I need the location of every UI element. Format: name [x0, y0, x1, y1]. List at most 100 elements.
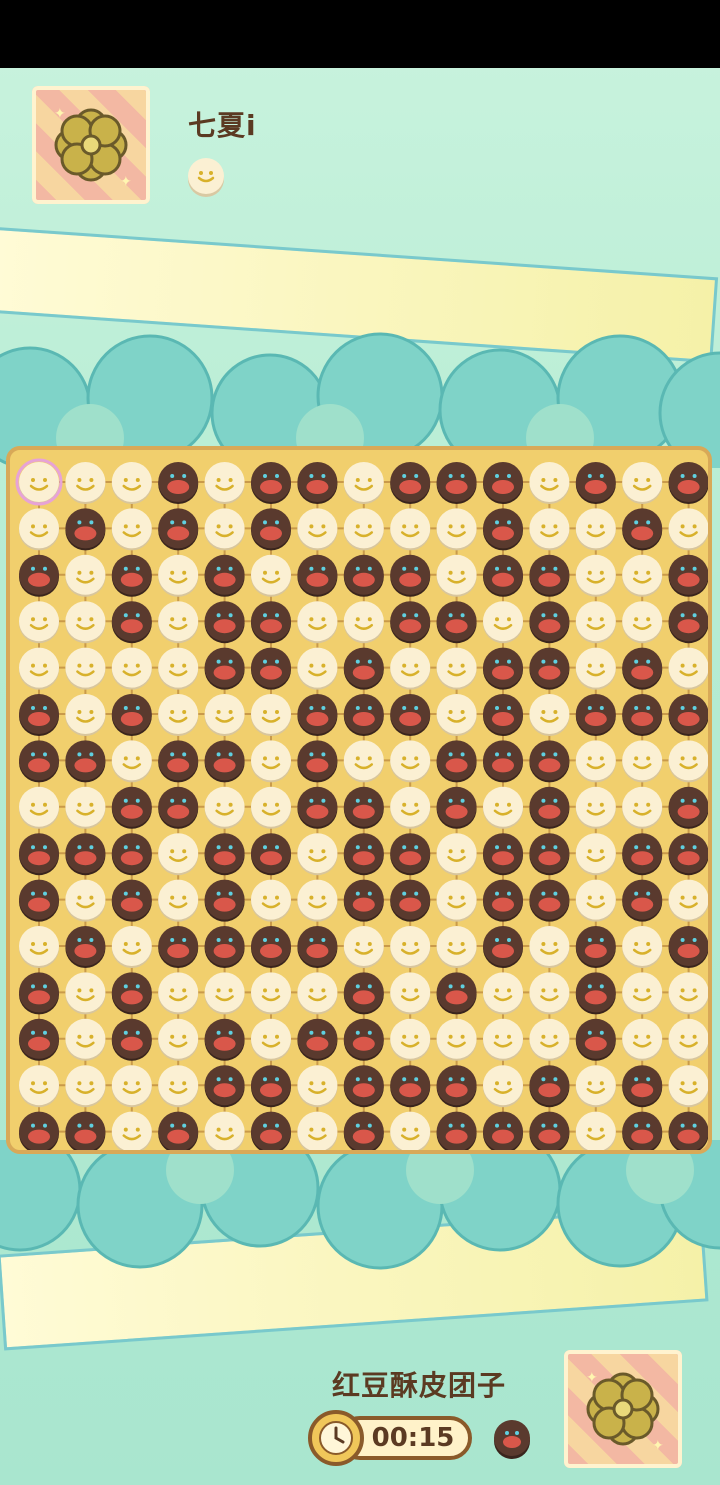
light-stone[interactable] [297, 879, 338, 922]
dark-stone[interactable] [483, 740, 523, 783]
light-stone[interactable] [65, 972, 106, 1015]
dark-stone[interactable] [529, 554, 570, 597]
light-stone[interactable] [297, 601, 338, 644]
dark-stone[interactable] [111, 879, 152, 922]
dark-stone[interactable] [622, 647, 663, 690]
light-stone[interactable] [204, 462, 245, 504]
light-stone[interactable] [15, 458, 63, 506]
light-stone[interactable] [483, 972, 523, 1015]
dark-stone[interactable] [622, 879, 663, 922]
light-stone[interactable] [204, 694, 245, 736]
light-stone[interactable] [111, 926, 152, 968]
light-stone[interactable] [65, 694, 106, 736]
light-stone[interactable] [297, 1111, 338, 1150]
light-stone[interactable] [529, 1018, 570, 1061]
dark-stone[interactable] [204, 601, 245, 644]
light-stone[interactable] [158, 647, 199, 690]
dark-stone[interactable] [668, 926, 708, 968]
dark-stone[interactable] [436, 740, 477, 783]
dark-stone[interactable] [297, 1018, 338, 1061]
dark-stone[interactable] [204, 833, 245, 876]
light-stone[interactable] [343, 508, 384, 551]
light-stone[interactable] [436, 694, 477, 736]
light-stone[interactable] [65, 601, 106, 644]
light-stone[interactable] [297, 1065, 338, 1108]
dark-stone[interactable] [483, 647, 523, 690]
dark-stone[interactable] [575, 926, 616, 968]
light-stone[interactable] [668, 879, 708, 922]
dark-stone[interactable] [251, 1111, 291, 1150]
light-stone[interactable] [158, 879, 199, 922]
dark-stone[interactable] [297, 926, 338, 968]
dark-stone[interactable] [65, 926, 106, 968]
dark-stone[interactable] [111, 972, 152, 1015]
light-stone[interactable] [251, 972, 291, 1015]
light-stone[interactable] [158, 1065, 199, 1108]
dark-stone[interactable] [204, 647, 245, 690]
dark-stone[interactable] [111, 1018, 152, 1061]
dark-stone[interactable] [483, 926, 523, 968]
dark-stone[interactable] [436, 601, 477, 644]
light-stone[interactable] [575, 647, 616, 690]
light-stone[interactable] [575, 508, 616, 551]
light-stone[interactable] [158, 694, 199, 736]
light-stone[interactable] [668, 647, 708, 690]
light-stone[interactable] [111, 647, 152, 690]
player-avatar[interactable]: ✦ ✦ [564, 1350, 682, 1468]
light-stone[interactable] [436, 1018, 477, 1061]
dark-stone[interactable] [111, 833, 152, 876]
light-stone[interactable] [622, 1018, 663, 1061]
dark-stone[interactable] [668, 786, 708, 829]
dark-stone[interactable] [483, 462, 523, 504]
light-stone[interactable] [297, 972, 338, 1015]
light-stone[interactable] [436, 879, 477, 922]
light-stone[interactable] [65, 786, 106, 829]
light-stone[interactable] [19, 647, 59, 690]
light-stone[interactable] [158, 972, 199, 1015]
dark-stone[interactable] [158, 740, 199, 783]
light-stone[interactable] [529, 972, 570, 1015]
dark-stone[interactable] [111, 694, 152, 736]
light-stone[interactable] [251, 554, 291, 597]
light-stone[interactable] [436, 647, 477, 690]
dark-stone[interactable] [297, 786, 338, 829]
dark-stone[interactable] [65, 740, 106, 783]
dark-stone[interactable] [343, 1065, 384, 1108]
light-stone[interactable] [343, 462, 384, 504]
light-stone[interactable] [65, 1018, 106, 1061]
light-stone[interactable] [65, 554, 106, 597]
dark-stone[interactable] [622, 1111, 663, 1150]
dark-stone[interactable] [529, 833, 570, 876]
dark-stone[interactable] [622, 694, 663, 736]
light-stone[interactable] [390, 1018, 431, 1061]
dark-stone[interactable] [575, 462, 616, 504]
dark-stone[interactable] [668, 694, 708, 736]
dark-stone[interactable] [111, 601, 152, 644]
light-stone[interactable] [204, 508, 245, 551]
dark-stone[interactable] [622, 508, 663, 551]
light-stone[interactable] [390, 1111, 431, 1150]
light-stone[interactable] [204, 786, 245, 829]
light-stone[interactable] [19, 786, 59, 829]
dark-stone[interactable] [19, 740, 59, 783]
light-stone[interactable] [111, 740, 152, 783]
light-stone[interactable] [390, 786, 431, 829]
light-stone[interactable] [390, 972, 431, 1015]
light-stone[interactable] [529, 694, 570, 736]
dark-stone[interactable] [19, 694, 59, 736]
dark-stone[interactable] [529, 1065, 570, 1108]
light-stone[interactable] [158, 1018, 199, 1061]
light-stone[interactable] [575, 740, 616, 783]
dark-stone[interactable] [390, 601, 431, 644]
dark-stone[interactable] [251, 833, 291, 876]
light-stone[interactable] [297, 833, 338, 876]
dark-stone[interactable] [251, 1065, 291, 1108]
dark-stone[interactable] [251, 926, 291, 968]
light-stone[interactable] [19, 508, 59, 551]
light-stone[interactable] [575, 879, 616, 922]
dark-stone[interactable] [204, 1018, 245, 1061]
dark-stone[interactable] [343, 1111, 384, 1150]
dark-stone[interactable] [529, 601, 570, 644]
board-grid[interactable] [10, 450, 708, 1150]
light-stone[interactable] [436, 554, 477, 597]
